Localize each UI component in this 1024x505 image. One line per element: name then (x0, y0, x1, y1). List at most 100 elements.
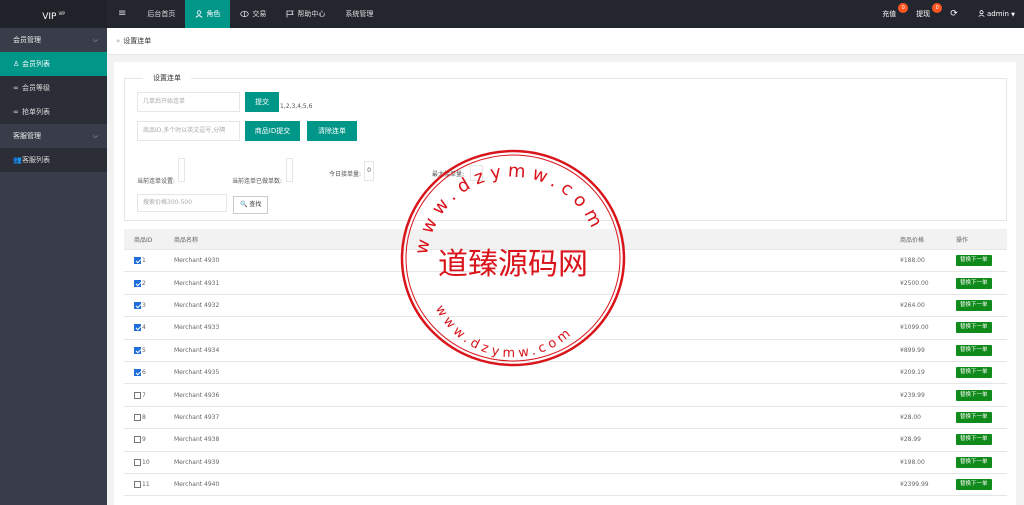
replace-next-button[interactable]: 替换下一单 (956, 411, 992, 423)
withdraw-label: 提现 (916, 10, 931, 18)
submit-button[interactable]: 提交 (245, 92, 279, 112)
sidebar-item-order-list[interactable]: ∞ 抢单列表 (0, 100, 107, 124)
cell-action: 替换下一单 (956, 474, 992, 495)
cell-id: 2 (134, 272, 146, 293)
current-setting-field[interactable] (178, 158, 185, 182)
price-search-input[interactable]: 搜索价格300-500 (137, 194, 227, 212)
cell-action: 替换下一单 (956, 250, 992, 271)
logo-text: VIP (42, 12, 57, 22)
table-row: 6 Merchant 4935 ¥209.19 替换下一单 (124, 362, 1007, 385)
main-panel: 设置连单 几单后开始连单 提交 1,2,3,4,5,6 商品ID,多个时以英文逗… (114, 62, 1016, 505)
product-price: ¥2500.00 (900, 279, 929, 287)
product-price: ¥239.99 (900, 391, 925, 399)
row-checkbox[interactable] (134, 257, 141, 265)
sidebar-item-service-list[interactable]: 👥客服列表 (0, 148, 107, 172)
nav-home[interactable]: 后台首页 (137, 0, 185, 28)
product-price: ¥1099.00 (900, 324, 929, 332)
clear-button[interactable]: 清除连单 (307, 121, 357, 141)
start-order-input[interactable]: 几单后开始连单 (137, 92, 240, 112)
user-icon: ♙ (13, 60, 20, 68)
product-name: Merchant 4934 (174, 346, 220, 354)
menu-toggle-icon[interactable]: ≡ (107, 0, 137, 28)
done-count-field[interactable] (286, 158, 293, 182)
replace-next-button[interactable]: 替换下一单 (956, 299, 992, 311)
product-table: 商品ID 商品名称 商品价格 操作 1 Merchant 4930 ¥188.00 替… (124, 229, 1007, 497)
sidebar-group-service[interactable]: 客服管理 ⌵ (0, 124, 107, 148)
logo[interactable]: VIP VIP (0, 0, 107, 28)
row-checkbox[interactable] (134, 301, 141, 309)
nav-trade[interactable]: 交易 (230, 0, 276, 28)
row-checkbox[interactable] (134, 391, 141, 399)
recharge-link[interactable]: 充值 0 (872, 0, 909, 28)
withdraw-link[interactable]: 提现 0 (906, 0, 943, 28)
sidebar-item-label: 客服列表 (22, 156, 50, 164)
nav-role[interactable]: 角色 (185, 0, 231, 28)
replace-next-button[interactable]: 替换下一单 (956, 456, 992, 468)
product-id: 1 (142, 257, 146, 265)
table-row: 9 Merchant 4938 ¥28.99 替换下一单 (124, 429, 1007, 452)
product-id: 9 (142, 436, 146, 444)
chevron-down-icon: ▼ (1011, 12, 1015, 18)
table-header: 商品ID 商品名称 商品价格 操作 (124, 229, 1007, 250)
product-price: ¥198.00 (900, 458, 925, 466)
nav-system[interactable]: 系统管理 (335, 0, 383, 28)
sidebar-group-label: 客服管理 (13, 132, 41, 140)
page-title[interactable]: 设置连单 (123, 37, 151, 45)
refresh-icon[interactable]: ⟳ (940, 0, 968, 28)
product-price: ¥2399.99 (900, 481, 929, 489)
logo-sup: VIP (58, 11, 65, 16)
product-name: Merchant 4930 (174, 257, 220, 265)
cell-action: 替换下一单 (956, 362, 992, 383)
user-icon (978, 10, 985, 17)
product-name: Merchant 4931 (174, 279, 220, 287)
cell-id: 9 (134, 429, 146, 450)
row-checkbox[interactable] (134, 324, 141, 332)
row-checkbox[interactable] (134, 458, 141, 466)
user-menu[interactable]: admin ▼ (968, 0, 1024, 28)
sidebar-item-label: 会员列表 (22, 60, 50, 68)
sidebar-group-members[interactable]: 会员管理 ⌵ (0, 28, 107, 52)
replace-next-button[interactable]: 替换下一单 (956, 277, 992, 289)
search-icon: 🔍 (240, 201, 248, 208)
table-row: 8 Merchant 4937 ¥28.00 替换下一单 (124, 407, 1007, 430)
trade-icon (240, 11, 250, 17)
product-ids-input[interactable]: 商品ID,多个时以英文逗号,分隔 (137, 121, 240, 141)
search-button[interactable]: 🔍 查找 (233, 196, 269, 214)
cell-id: 10 (134, 452, 150, 473)
cell-id: 7 (134, 384, 146, 405)
row-checkbox[interactable] (134, 413, 141, 421)
row-checkbox[interactable] (134, 369, 141, 377)
sidebar-item-label: 会员等级 (22, 84, 50, 92)
product-id: 5 (142, 346, 146, 354)
replace-next-button[interactable]: 替换下一单 (956, 434, 992, 446)
chevron-up-icon: ⌵ (92, 132, 98, 140)
link-icon: ∞ (13, 84, 19, 92)
submit-ids-button[interactable]: 商品ID提交 (245, 121, 300, 141)
replace-next-button[interactable]: 替换下一单 (956, 344, 992, 356)
breadcrumb: » 设置连单 (107, 28, 1024, 55)
row-checkbox[interactable] (134, 346, 141, 354)
row-checkbox[interactable] (134, 436, 141, 444)
replace-next-button[interactable]: 替换下一单 (956, 322, 992, 334)
recharge-label: 充值 (882, 10, 897, 18)
nav-trade-label: 交易 (252, 10, 267, 18)
user-icon (195, 10, 203, 18)
replace-next-button[interactable]: 替换下一单 (956, 389, 992, 401)
cell-action: 替换下一单 (956, 272, 992, 293)
sidebar-item-member-list[interactable]: ♙ 会员列表 (0, 52, 107, 76)
replace-next-button[interactable]: 替换下一单 (956, 255, 992, 267)
max-field[interactable] (470, 165, 483, 181)
product-name: Merchant 4935 (174, 369, 220, 377)
sidebar-item-member-level[interactable]: ∞ 会员等级 (0, 76, 107, 100)
replace-next-button[interactable]: 替换下一单 (956, 479, 992, 491)
product-price: ¥899.99 (900, 346, 925, 354)
row-checkbox[interactable] (134, 481, 141, 489)
product-id: 6 (142, 369, 146, 377)
row-checkbox[interactable] (134, 279, 141, 287)
table-row: 11 Merchant 4940 ¥2399.99 替换下一单 (124, 474, 1007, 497)
replace-next-button[interactable]: 替换下一单 (956, 367, 992, 379)
header-name: 商品名称 (174, 236, 199, 244)
product-name: Merchant 4940 (174, 481, 220, 489)
nav-help[interactable]: 帮助中心 (276, 0, 335, 28)
cell-id: 4 (134, 317, 146, 338)
